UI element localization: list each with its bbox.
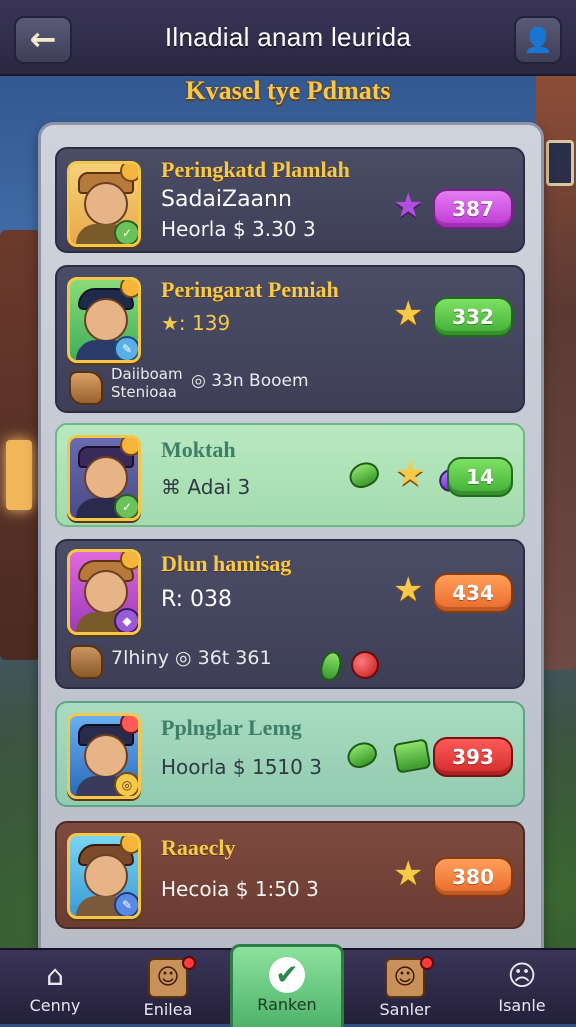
top-bar: ← Ilnadial anam leurida 👤 [0,0,576,76]
score-pill: 380 [433,857,513,897]
card-title: Peringkatd Plamlah [161,157,350,182]
back-button[interactable]: ← [14,16,72,64]
nav-label: Isanle [498,996,546,1015]
nav-mask[interactable]: ☹ Isanle [476,950,568,1024]
card-title: Dlun hamisag [161,551,292,576]
score-pill: 434 [433,573,513,613]
player-avatar: ◆ [67,549,141,635]
card-line-2: 7lhiny ◎ 36t 361 [111,647,272,669]
notification-dot-icon [420,956,434,970]
player-avatar: ✓ [67,435,141,521]
gold-star-icon: ★ [395,454,426,494]
nav-home[interactable]: ⌂ Cenny [10,950,100,1024]
leaderboard-card[interactable]: ✎ Peringarat Pemiah ★: 139 Daiiboam Sten… [55,265,525,413]
leaderboard-panel: ✓ Peringkatd Plamlah SadaiZaann Heorla $… [38,122,544,968]
person-icon: 👤 [523,26,553,54]
corner-badge-icon [120,836,138,854]
green-gem-icon [392,738,432,774]
character-icon: ☺ [385,958,425,998]
leaderboard-card[interactable]: ◆ Dlun hamisag R: 038 7lhiny ◎ 36t 361 ★… [55,539,525,689]
card-line-1: ★: 139 [161,311,231,335]
player-avatar: ✎ [67,833,141,919]
card-line-2a: Daiiboam [111,365,183,383]
player-avatar: ✓ [67,161,141,247]
card-title: Raaecly [161,835,236,860]
card-line-1: Hecoia $ 1:50 3 [161,877,319,901]
card-line-2: Heorla $ 3.30 3 [161,217,316,241]
score-pill: 332 [433,297,513,337]
corner-badge-icon [120,716,138,734]
nav-label: Cenny [29,996,81,1015]
back-arrow-icon: ← [29,20,57,58]
edit-badge-icon: ✎ [114,892,138,916]
page-subtitle: Kvasel tye Pdmats [185,76,391,105]
page-title: Ilnadial anam leurida [164,22,412,52]
bag-icon [69,371,103,405]
player-avatar: ◎ [67,713,141,799]
gold-star-icon: ★ [393,854,424,894]
apple-icon [351,651,379,679]
corner-badge-icon [120,164,138,182]
notification-dot-icon [182,956,196,970]
nav-label: Ranken [257,995,317,1014]
nav-label: Sanler [379,1000,431,1019]
score-pill: 14 [447,457,513,497]
nav-label: Enilea [143,1000,193,1019]
score-pill: 387 [433,189,513,229]
edit-badge-icon: ✎ [114,336,138,360]
leaderboard-card[interactable]: ✎ Raaecly Hecoia $ 1:50 3 ★ 380 [55,821,525,929]
corner-badge-icon [120,280,138,298]
coin-badge-icon: ◎ [114,772,138,796]
green-gem-icon [343,737,381,773]
corner-badge-icon [120,552,138,570]
card-line-1: SadaiZaann [161,187,292,212]
leaderboard-card[interactable]: ◎ Pplnglar Lemg Hoorla $ 1510 3 393 [55,701,525,807]
home-icon: ⌂ [46,959,64,992]
card-line-1: R: 038 [161,587,233,612]
crate-icon [69,645,103,679]
gem-badge-icon: ◆ [114,608,138,632]
card-line-1: ⌘ Adai 3 [161,475,251,499]
leaderboard-card[interactable]: ✓ Moktah ⌘ Adai 3 ★ 14 [55,423,525,527]
player-avatar: ✎ [67,277,141,363]
nav-ranking[interactable]: ✔ Ranken [230,944,344,1027]
green-gem-icon [345,457,383,493]
bottom-navigation: ⌂ Cenny ☺ Enilea ✔ Ranken ☺ Sanler ☹ Isa… [0,944,576,1027]
card-line-2b: Stenioaa [111,383,177,401]
nav-character-1[interactable]: ☺ Enilea [122,950,214,1024]
card-title: Moktah [161,437,236,462]
corner-badge-icon [120,438,138,456]
score-pill: 393 [433,737,513,777]
card-line-2c: ◎ 33n Booem [191,371,309,391]
card-line-1: Hoorla $ 1510 3 [161,755,322,779]
mask-icon: ☹ [507,959,537,992]
check-badge-icon: ✓ [114,220,138,244]
gold-star-icon: ★ [393,570,424,610]
card-title: Peringarat Pemiah [161,277,339,302]
nav-character-2[interactable]: ☺ Sanler [358,950,452,1024]
profile-button[interactable]: 👤 [514,16,562,64]
gold-star-icon: ★ [393,294,424,334]
card-title: Pplnglar Lemg [161,715,302,740]
background-house-left [0,230,40,660]
leaderboard-card[interactable]: ✓ Peringkatd Plamlah SadaiZaann Heorla $… [55,147,525,253]
purple-star-icon: ★ [393,186,424,226]
rank-badge-icon: ✔ [269,957,305,993]
check-badge-icon: ✓ [114,494,138,518]
green-gem-icon [317,648,345,684]
